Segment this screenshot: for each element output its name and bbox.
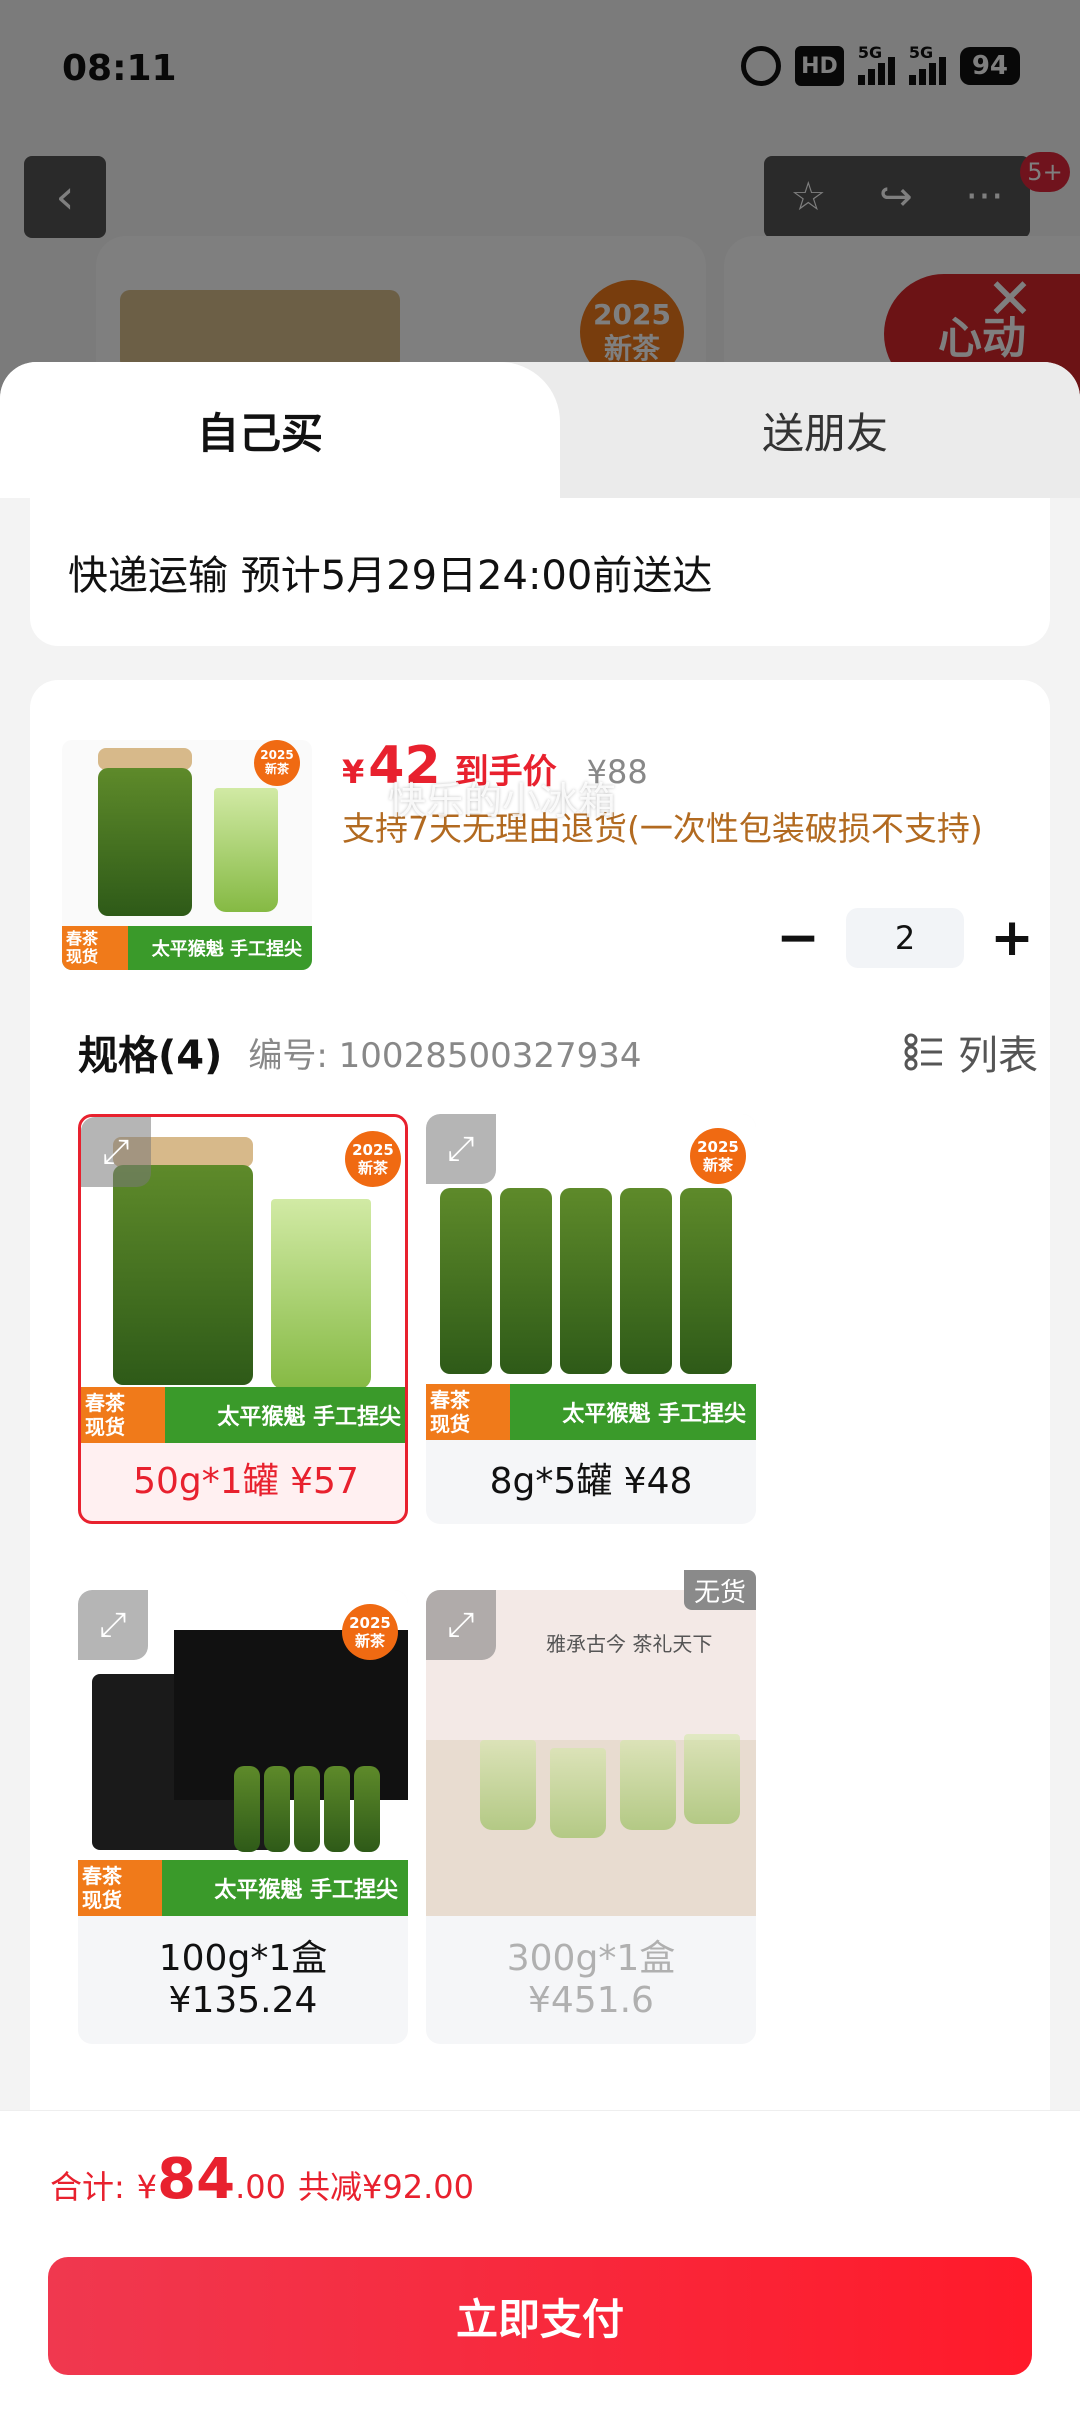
increase-button[interactable]: + (982, 908, 1042, 968)
purchase-sheet: 自己买 送朋友 快递运输 预计5月29日24:00前送达 2025 新茶 太平猴… (0, 362, 1080, 2412)
product-banner-left: 春茶 现货 (78, 1860, 162, 1916)
new-tea-badge: 2025 新茶 (342, 1604, 398, 1660)
product-code: 编号: 10028500327934 (248, 1035, 642, 1076)
total-decimal: .00 (235, 2168, 286, 2206)
tab-self-buy[interactable]: 自己买 (0, 362, 520, 498)
zoom-icon[interactable]: ⤢ (78, 1590, 148, 1660)
list-toggle-label: 列表 (958, 1033, 1038, 1079)
spec-option-3[interactable]: 2025 新茶 太平猴魁 手工捏尖 春茶 现货 ⤢ 100g*1盒 ¥135.2… (78, 1590, 408, 2044)
total-amount: 84 (157, 2147, 236, 2212)
list-view-toggle[interactable]: 列表 (904, 1022, 1038, 1082)
spec-option-2[interactable]: 2025 新茶 太平猴魁 手工捏尖 春茶 现货 ⤢ 8g*5罐 ¥48 (426, 1114, 756, 1524)
total-label: 合计: (50, 2168, 125, 2206)
spec-option-label: 100g*1盒 ¥135.24 (158, 1938, 328, 2021)
zoom-icon[interactable]: ⤢ (81, 1117, 151, 1187)
new-tea-badge: 2025 新茶 (690, 1128, 746, 1184)
spec-option-label: 50g*1罐 ¥57 (133, 1461, 359, 1502)
spec-option-1[interactable]: 2025 新茶 太平猴魁 手工捏尖 春茶 现货 ⤢ 50g*1罐 ¥57 (78, 1114, 408, 1524)
shipping-info: 快递运输 预计5月29日24:00前送达 (30, 498, 1050, 646)
spec-header: 规格(4) 编号: 10028500327934 列表 (78, 1022, 1038, 1082)
zoom-icon[interactable]: ⤢ (426, 1590, 496, 1660)
product-banner-left: 春茶 现货 (426, 1384, 510, 1440)
product-banner-left: 春茶 现货 (81, 1387, 165, 1443)
decrease-button[interactable]: − (768, 908, 828, 968)
product-thumbnail[interactable]: 2025 新茶 太平猴魁 手工捏尖 春茶 现货 (62, 740, 312, 970)
spec-option-label: 8g*5罐 ¥48 (489, 1461, 693, 1502)
thumb-banner-left: 春茶 现货 (62, 926, 128, 970)
watermark-text: 快乐的小冰箱 (388, 779, 617, 823)
spec-option-label: 300g*1盒 ¥451.6 (506, 1938, 676, 2021)
shipping-text: 快递运输 预计5月29日24:00前送达 (68, 553, 713, 599)
tab-gift[interactable]: 送朋友 (600, 362, 1050, 498)
total-row: 合计: ¥ 84 .00 共减¥92.00 (50, 2147, 474, 2212)
box-caption: 雅承古今 茶礼天下 (546, 1632, 713, 1656)
list-icon (904, 1033, 942, 1071)
spec-option-4[interactable]: 雅承古今 茶礼天下 无货 ⤢ 300g*1盒 ¥451.6 (426, 1570, 756, 2044)
total-discount: 共减¥92.00 (297, 2168, 474, 2206)
zoom-icon[interactable]: ⤢ (426, 1114, 496, 1184)
spec-title: 规格(4) (78, 1033, 223, 1079)
quantity-input[interactable]: 2 (846, 908, 964, 968)
checkout-footer: 合计: ¥ 84 .00 共减¥92.00 立即支付 (0, 2110, 1080, 2412)
purchase-tabs: 自己买 送朋友 (0, 362, 1080, 498)
price-currency: ¥ (342, 753, 365, 791)
total-currency: ¥ (136, 2168, 158, 2206)
new-tea-badge: 2025 新茶 (345, 1131, 401, 1187)
quantity-stepper: − 2 + (768, 908, 1042, 968)
pay-now-button[interactable]: 立即支付 (48, 2257, 1032, 2375)
thumb-new-badge: 2025 新茶 (254, 740, 300, 786)
out-of-stock-badge: 无货 (684, 1570, 756, 1610)
